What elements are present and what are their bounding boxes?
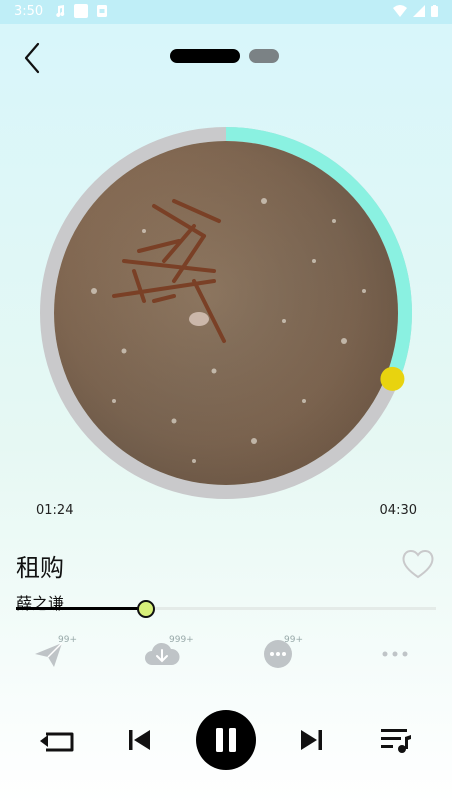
download-button[interactable]: 999+ (144, 635, 194, 671)
sim-icon (97, 5, 107, 17)
playlist-button[interactable] (379, 726, 413, 754)
current-time: 01:24 (36, 503, 74, 518)
status-time: 3:50 (14, 4, 44, 19)
back-button[interactable] (18, 40, 48, 76)
next-button[interactable] (299, 727, 325, 753)
album-disc (40, 127, 412, 499)
song-title: 租购 (16, 554, 64, 582)
share-count-badge: 99+ (58, 635, 77, 645)
more-icon (382, 651, 408, 657)
pause-button[interactable] (196, 710, 256, 770)
playlist-icon (381, 729, 411, 753)
pause-icon (216, 728, 236, 752)
total-time: 04:30 (379, 503, 417, 518)
artist-name[interactable]: 薛之谦 (16, 590, 64, 614)
previous-button[interactable] (126, 727, 152, 753)
album-artwork (54, 141, 398, 485)
download-count-badge: 999+ (169, 635, 194, 645)
app-icon (74, 4, 88, 18)
battery-icon (431, 5, 438, 17)
comment-count-badge: 99+ (284, 635, 303, 645)
repeat-mode-button[interactable] (36, 724, 78, 756)
seek-fill (16, 607, 147, 610)
repeat-icon (40, 732, 74, 752)
skip-next-icon (301, 730, 322, 750)
skip-previous-icon (129, 730, 150, 750)
share-button[interactable]: 99+ (32, 635, 77, 671)
signal-icon (413, 5, 425, 17)
tab-indicator-active[interactable] (170, 49, 240, 63)
wifi-icon (393, 5, 407, 17)
music-note-icon (56, 5, 65, 17)
more-button[interactable] (378, 637, 418, 671)
like-button[interactable] (400, 546, 436, 582)
comment-button[interactable]: 99+ (262, 635, 303, 671)
status-bar: 3:50 (0, 0, 452, 24)
seek-thumb[interactable] (137, 600, 156, 618)
heart-icon (402, 550, 434, 579)
tab-indicator-inactive[interactable] (249, 49, 279, 63)
